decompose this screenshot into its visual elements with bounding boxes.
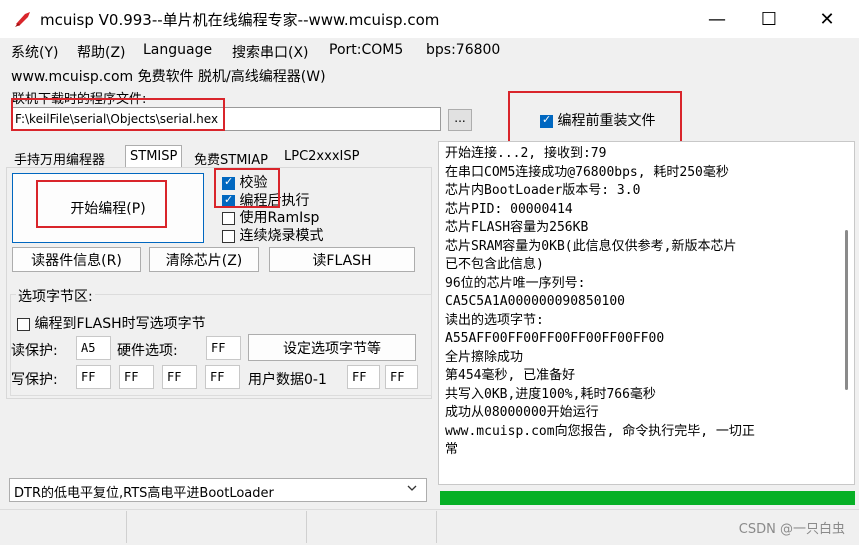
use-ramisp-checkbox[interactable] [222,211,235,225]
log-line: 已不包含此信息) [445,257,544,272]
menu-help[interactable]: 帮助(Z) [77,42,126,62]
log-line: 全片擦除成功 [445,349,524,365]
log-line: 芯片PID: 00000414 [445,201,573,217]
option-bytes-title: 选项字节区: [16,286,95,306]
log-line: 读出的选项字节: [445,312,544,328]
log-line: 常 [445,442,459,457]
window-title: mcuisp V0.993--单片机在线编程专家--www.mcuisp.com [40,11,440,29]
minimize-button[interactable]: — [694,0,740,38]
highlight-file-path [11,98,225,131]
read-device-info-button[interactable]: 读器件信息(R) [12,247,141,272]
continuous-mode-checkbox[interactable] [222,229,235,243]
highlight-reload-option [508,91,682,144]
bootloader-mode-select[interactable]: DTR的低电平复位,RTS高电平进BootLoader [9,478,427,502]
log-line: 开始连接...2, 接收到:79 [445,146,607,161]
log-line: A55AFF00FF00FF00FF00FF00FF00 [445,331,665,346]
close-button[interactable]: ✕ [804,0,850,38]
user-data-field-0[interactable]: FF [347,365,380,389]
continuous-mode-option[interactable]: 连续烧录模式 [222,225,323,245]
menu-language[interactable]: Language [143,42,212,58]
status-bar-divider [306,511,307,543]
watermark: CSDN @一只白虫 [738,522,845,537]
menu-offline-programmer[interactable]: www.mcuisp.com 免费软件 脱机/高线编程器(W) [11,66,326,86]
menu-system[interactable]: 系统(Y) [11,42,58,62]
write-protect-field-3[interactable]: FF [205,365,240,389]
log-output: 开始连接...2, 接收到:79 在串口COM5连接成功@76800bps, 耗… [438,141,855,485]
status-bar [0,509,859,545]
tab-handheld-programmer[interactable]: 手持万用编程器 [9,145,110,168]
menu-bps[interactable]: bps:76800 [426,42,500,58]
read-protect-label: 读保护: [11,343,58,359]
tab-free-stmiap[interactable]: 免费STMIAP [189,145,273,168]
continuous-mode-label: 连续烧录模式 [239,228,324,244]
read-flash-button[interactable]: 读FLASH [269,247,415,272]
write-protect-field-1[interactable]: FF [119,365,154,389]
write-option-bytes-label: 编程到FLASH时写选项字节 [34,316,206,332]
write-option-bytes-option[interactable]: 编程到FLASH时写选项字节 [17,313,206,333]
erase-chip-button[interactable]: 清除芯片(Z) [149,247,259,272]
menu-port[interactable]: Port:COM5 [329,42,403,58]
set-option-bytes-button[interactable]: 设定选项字节等 [248,334,416,361]
write-protect-label: 写保护: [11,372,58,388]
log-line: 芯片FLASH容量为256KB [445,220,589,235]
hardware-option-field[interactable]: FF [206,336,241,360]
menu-search-port[interactable]: 搜索串口(X) [232,42,309,62]
use-ramisp-label: 使用RamIsp [239,210,320,226]
log-line: 芯片SRAM容量为0KB(此信息仅供参考,新版本芯片 [445,238,737,254]
log-line: www.mcuisp.com向您报告, 命令执行完毕, 一切正 [445,423,755,439]
write-protect-field-0[interactable]: FF [76,365,111,389]
status-bar-divider [126,511,127,543]
log-line: 共写入0KB,进度100%,耗时766毫秒 [445,386,656,402]
hardware-option-label: 硬件选项: [117,343,178,359]
log-scrollbar[interactable] [845,230,848,390]
highlight-verify-options [214,168,280,208]
log-line: 第454毫秒, 已准备好 [445,368,576,383]
chevron-down-icon[interactable] [406,481,418,497]
log-line: CA5C5A1A000000090850100 [445,294,626,309]
progress-bar [440,491,855,505]
maximize-button[interactable]: ☐ [746,0,792,38]
write-option-bytes-checkbox[interactable] [17,317,30,331]
use-ramisp-option[interactable]: 使用RamIsp [222,207,319,227]
tab-stmisp[interactable]: STMISP [125,145,183,167]
log-line: 芯片内BootLoader版本号: 3.0 [445,183,641,198]
log-line: 成功从08000000开始运行 [445,405,599,420]
status-bar-divider [436,511,437,543]
browse-file-button[interactable]: ... [448,109,472,131]
tab-lpc2xxxisp[interactable]: LPC2xxxISP [279,145,364,167]
user-data-label: 用户数据0-1 [248,372,327,388]
log-line: 96位的芯片唯一序列号: [445,275,586,291]
write-protect-field-2[interactable]: FF [162,365,197,389]
user-data-field-1[interactable]: FF [385,365,418,389]
app-logo-icon [15,12,30,27]
read-protect-field[interactable]: A5 [76,336,111,360]
highlight-start-button [36,180,167,228]
log-line: 在串口COM5连接成功@76800bps, 耗时250毫秒 [445,164,729,180]
